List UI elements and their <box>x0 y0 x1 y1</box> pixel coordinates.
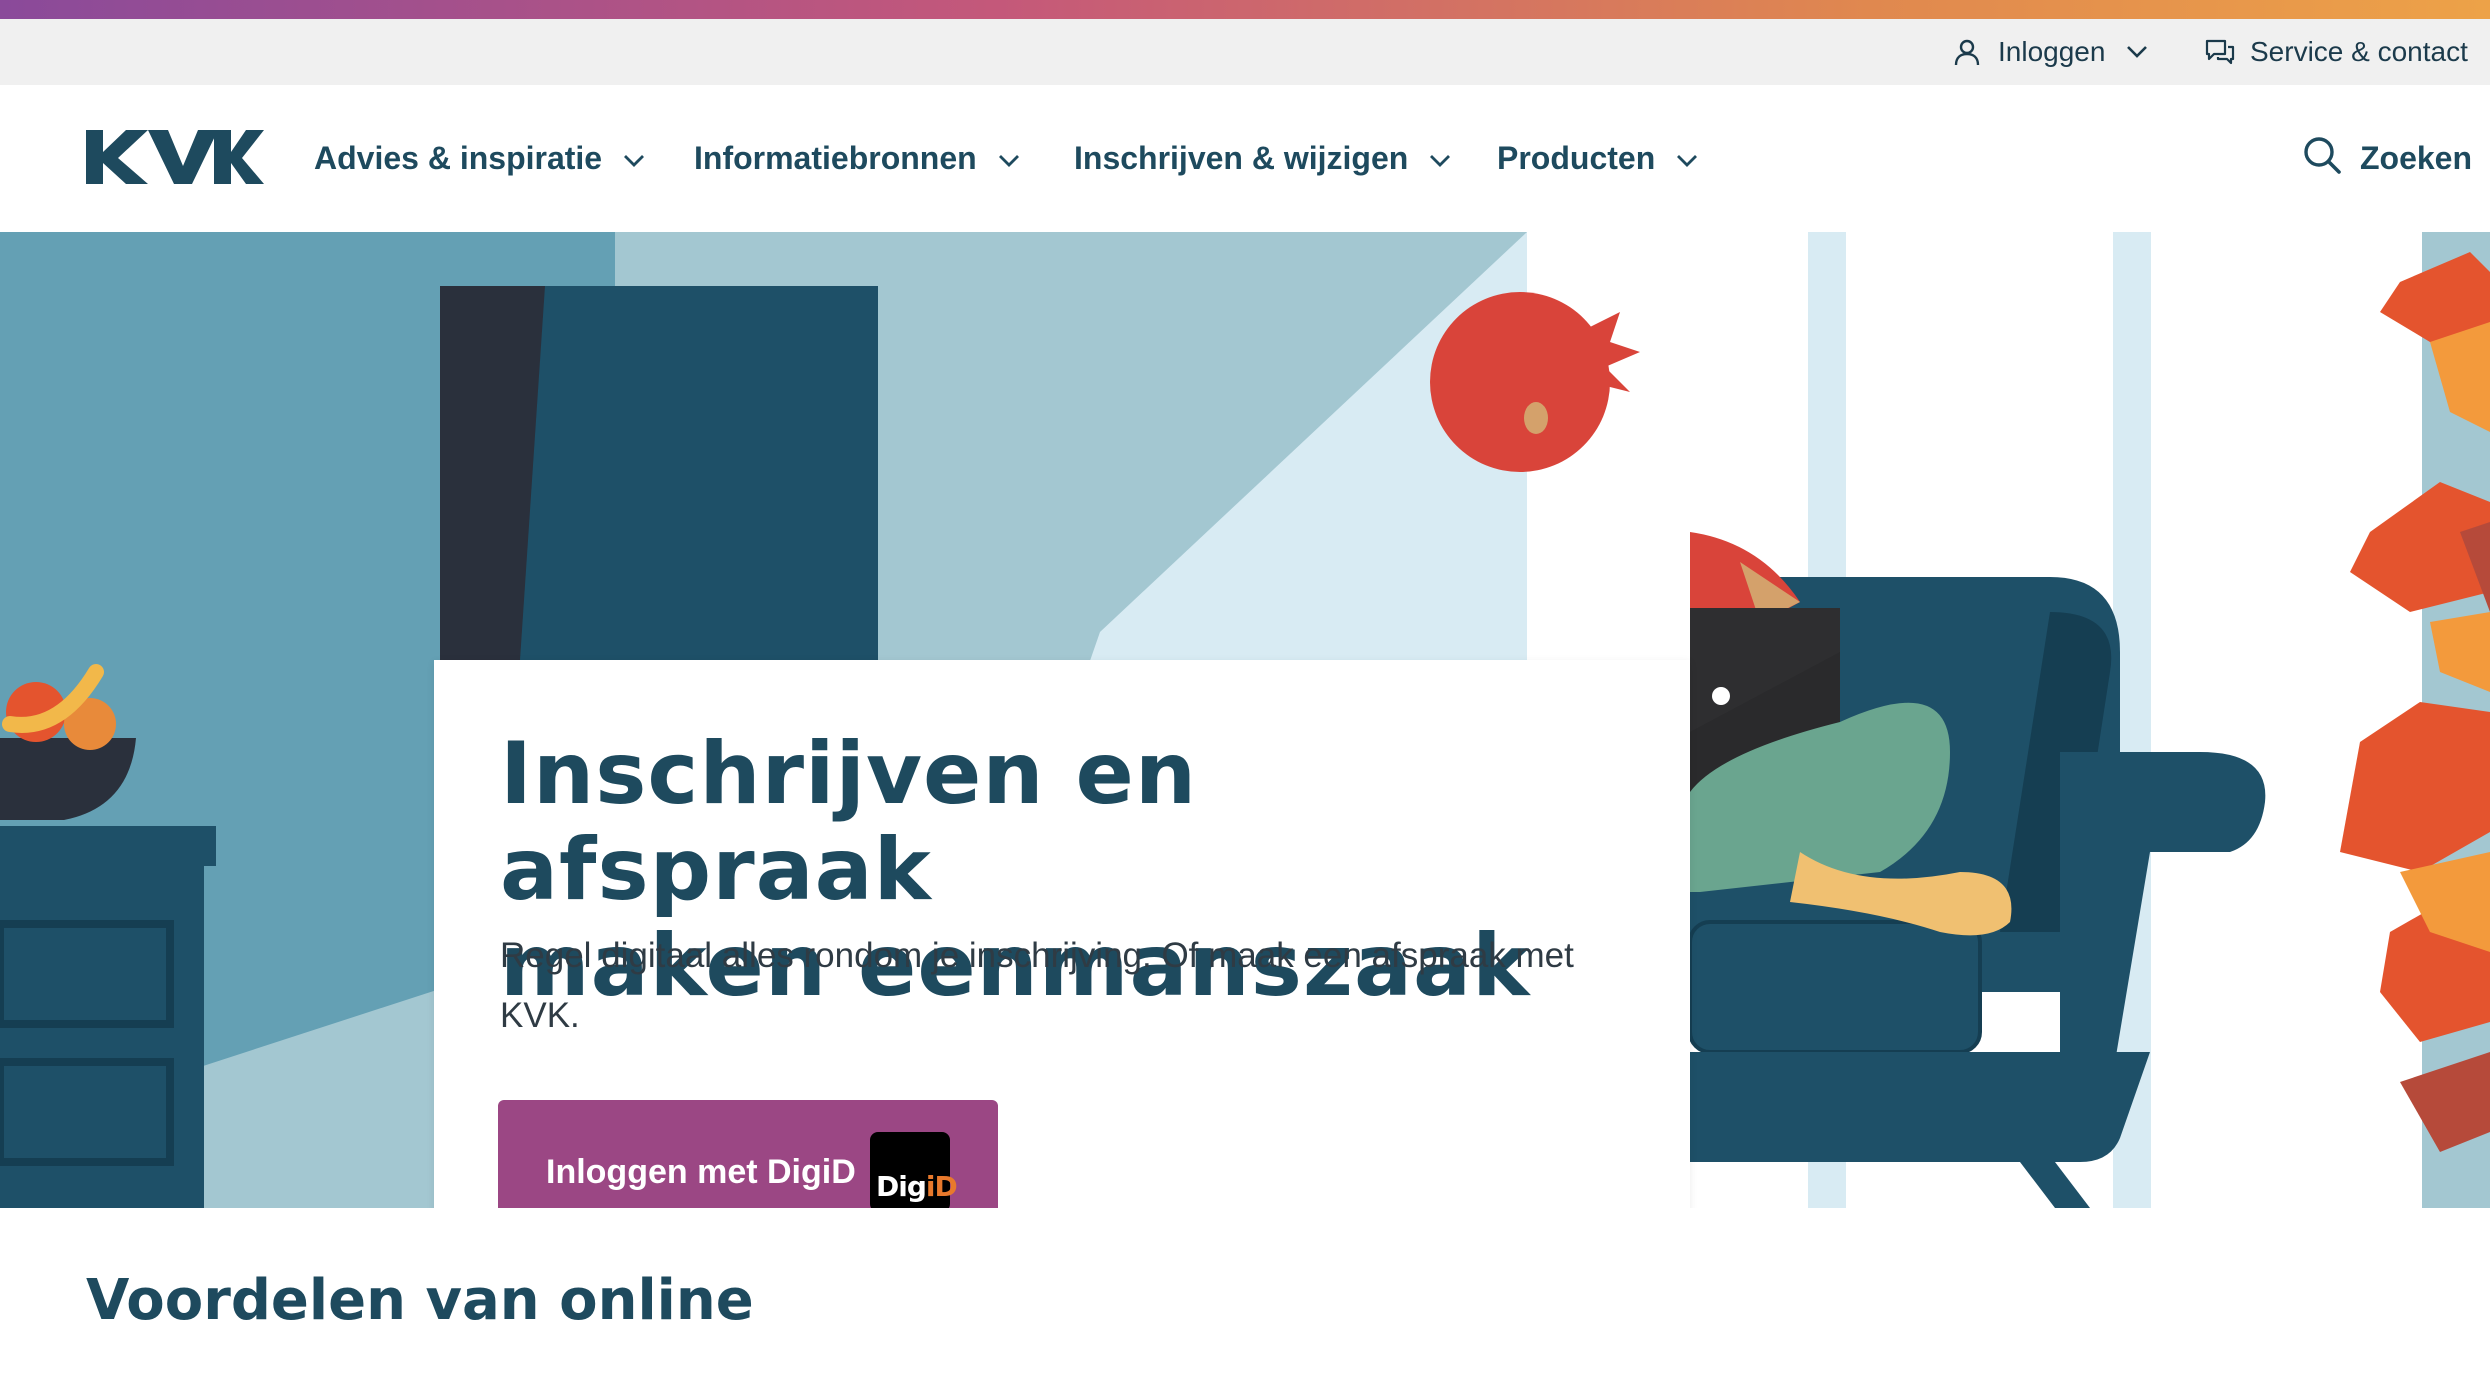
chevron-down-icon <box>1428 140 1452 177</box>
nav-label: Inschrijven & wijzigen <box>1074 140 1409 176</box>
login-menu[interactable]: Inloggen <box>1952 19 2149 85</box>
digid-logo-text: DigiD <box>876 1170 958 1203</box>
chevron-down-icon <box>1675 140 1699 177</box>
chevron-down-icon <box>2125 44 2149 60</box>
nav-label: Informatiebronnen <box>694 140 977 176</box>
hero-card: Inschrijven en afspraak maken eenmanszaa… <box>434 660 1690 1208</box>
hero-title-line-1: Inschrijven en afspraak <box>500 724 1198 920</box>
main-header: Advies & inspiratie Informatiebronnen In… <box>0 85 2490 232</box>
chevron-down-icon <box>997 140 1021 177</box>
nav-label: Producten <box>1497 140 1656 176</box>
nav-producten[interactable]: Producten <box>1497 85 1699 232</box>
chevron-down-icon <box>622 140 646 177</box>
nav-informatiebronnen[interactable]: Informatiebronnen <box>694 85 1021 232</box>
digid-logo: DigiD <box>870 1132 958 1208</box>
hero-subtitle: Regel digitaal alles rondom je inschrijv… <box>500 936 1574 1035</box>
nav-label: Advies & inspiratie <box>314 140 603 176</box>
login-digid-label: Inloggen met DigiD <box>546 1152 856 1191</box>
service-contact-label: Service & contact <box>2250 36 2468 67</box>
service-contact-link[interactable]: Service & contact <box>2204 19 2468 85</box>
user-icon <box>1952 37 1982 67</box>
brand-gradient-bar <box>0 0 2490 19</box>
search-icon <box>2302 135 2360 183</box>
search-label: Zoeken <box>2359 140 2472 176</box>
hero-banner: Inschrijven en afspraak maken eenmanszaa… <box>0 232 2490 1208</box>
nav-advies-inspiratie[interactable]: Advies & inspiratie <box>314 85 646 232</box>
login-digid-button[interactable]: Inloggen met DigiD DigiD <box>498 1100 998 1208</box>
kvk-logo[interactable] <box>86 130 264 189</box>
digid-logo-text-white: Dig <box>876 1170 927 1203</box>
utility-bar: Inloggen Service & contact <box>0 19 2490 85</box>
nav-inschrijven-wijzigen[interactable]: Inschrijven & wijzigen <box>1074 85 1452 232</box>
section-title: Voordelen van online <box>86 1268 754 1333</box>
chat-bubbles-icon <box>2204 37 2236 67</box>
digid-logo-text-orange: iD <box>925 1170 958 1203</box>
login-label: Inloggen <box>1998 36 2106 67</box>
search-button[interactable]: Zoeken <box>2302 85 2472 232</box>
